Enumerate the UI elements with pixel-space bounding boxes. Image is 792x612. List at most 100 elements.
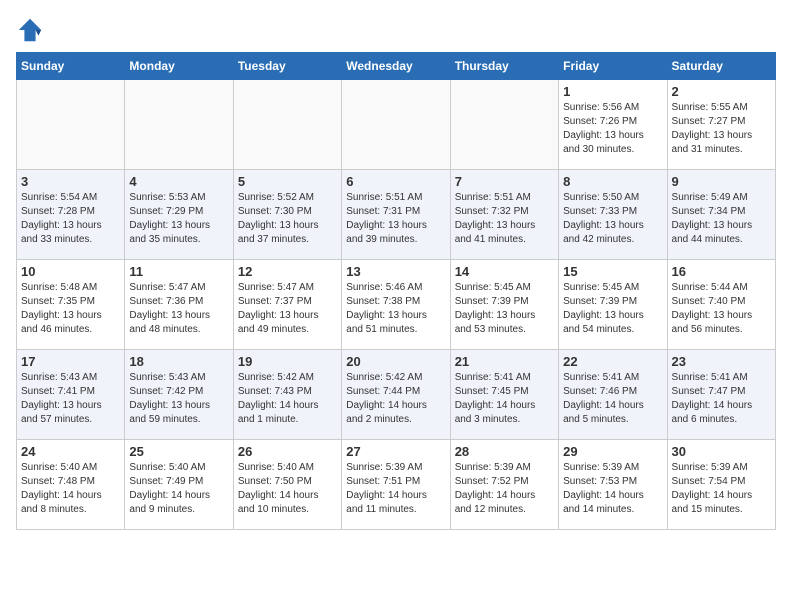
day-cell: 3 Sunrise: 5:54 AM Sunset: 7:28 PM Daylig… — [17, 170, 125, 260]
week-row-5: 24 Sunrise: 5:40 AM Sunset: 7:48 PM Dayli… — [17, 440, 776, 530]
day-cell: 7 Sunrise: 5:51 AM Sunset: 7:32 PM Daylig… — [450, 170, 558, 260]
day-number: 23 — [672, 354, 771, 369]
day-info: Sunrise: 5:41 AM Sunset: 7:46 PM Dayligh… — [563, 371, 662, 427]
day-number: 17 — [21, 354, 120, 369]
week-row-3: 10 Sunrise: 5:48 AM Sunset: 7:35 PM Dayli… — [17, 260, 776, 350]
logo — [16, 16, 48, 44]
header-saturday: Saturday — [667, 53, 775, 80]
header — [16, 16, 776, 44]
day-info: Sunrise: 5:39 AM Sunset: 7:51 PM Dayligh… — [346, 461, 445, 517]
day-info: Sunrise: 5:42 AM Sunset: 7:44 PM Dayligh… — [346, 371, 445, 427]
day-cell — [450, 80, 558, 170]
day-number: 15 — [563, 264, 662, 279]
day-number: 5 — [238, 174, 337, 189]
day-info: Sunrise: 5:53 AM Sunset: 7:29 PM Dayligh… — [129, 191, 228, 247]
day-info: Sunrise: 5:45 AM Sunset: 7:39 PM Dayligh… — [455, 281, 554, 337]
header-tuesday: Tuesday — [233, 53, 341, 80]
day-info: Sunrise: 5:49 AM Sunset: 7:34 PM Dayligh… — [672, 191, 771, 247]
day-number: 30 — [672, 444, 771, 459]
day-number: 24 — [21, 444, 120, 459]
day-cell: 4 Sunrise: 5:53 AM Sunset: 7:29 PM Daylig… — [125, 170, 233, 260]
day-number: 28 — [455, 444, 554, 459]
day-cell: 2 Sunrise: 5:55 AM Sunset: 7:27 PM Daylig… — [667, 80, 775, 170]
day-info: Sunrise: 5:51 AM Sunset: 7:32 PM Dayligh… — [455, 191, 554, 247]
day-number: 19 — [238, 354, 337, 369]
day-number: 3 — [21, 174, 120, 189]
day-cell: 25Sunrise: 5:40 AM Sunset: 7:49 PM Dayli… — [125, 440, 233, 530]
header-monday: Monday — [125, 53, 233, 80]
day-cell: 24 Sunrise: 5:40 AM Sunset: 7:48 PM Dayli… — [17, 440, 125, 530]
day-cell — [342, 80, 450, 170]
day-cell — [125, 80, 233, 170]
day-info: Sunrise: 5:55 AM Sunset: 7:27 PM Dayligh… — [672, 101, 771, 157]
day-info: Sunrise: 5:47 AM Sunset: 7:37 PM Dayligh… — [238, 281, 337, 337]
day-cell: 29 Sunrise: 5:39 AM Sunset: 7:53 PM Dayli… — [559, 440, 667, 530]
day-cell: 13 Sunrise: 5:46 AM Sunset: 7:38 PM Dayli… — [342, 260, 450, 350]
day-number: 13 — [346, 264, 445, 279]
day-number: 8 — [563, 174, 662, 189]
day-info: Sunrise: 5:41 AM Sunset: 7:45 PM Dayligh… — [455, 371, 554, 427]
day-info: Sunrise: 5:40 AM Sunset: 7:49 PM Dayligh… — [129, 461, 228, 517]
day-number: 7 — [455, 174, 554, 189]
day-number: 27 — [346, 444, 445, 459]
day-info: Sunrise: 5:44 AM Sunset: 7:40 PM Dayligh… — [672, 281, 771, 337]
day-cell: 16 Sunrise: 5:44 AM Sunset: 7:40 PM Dayli… — [667, 260, 775, 350]
day-cell: 28 Sunrise: 5:39 AM Sunset: 7:52 PM Dayli… — [450, 440, 558, 530]
day-info: Sunrise: 5:40 AM Sunset: 7:50 PM Dayligh… — [238, 461, 337, 517]
day-number: 21 — [455, 354, 554, 369]
day-cell: 20 Sunrise: 5:42 AM Sunset: 7:44 PM Dayli… — [342, 350, 450, 440]
calendar: SundayMondayTuesdayWednesdayThursdayFrid… — [16, 52, 776, 530]
header-wednesday: Wednesday — [342, 53, 450, 80]
day-cell — [17, 80, 125, 170]
header-friday: Friday — [559, 53, 667, 80]
day-info: Sunrise: 5:46 AM Sunset: 7:38 PM Dayligh… — [346, 281, 445, 337]
day-cell: 21 Sunrise: 5:41 AM Sunset: 7:45 PM Dayli… — [450, 350, 558, 440]
day-number: 9 — [672, 174, 771, 189]
day-info: Sunrise: 5:39 AM Sunset: 7:52 PM Dayligh… — [455, 461, 554, 517]
week-row-4: 17 Sunrise: 5:43 AM Sunset: 7:41 PM Dayli… — [17, 350, 776, 440]
day-number: 11 — [129, 264, 228, 279]
day-cell: 12 Sunrise: 5:47 AM Sunset: 7:37 PM Dayli… — [233, 260, 341, 350]
day-cell: 14 Sunrise: 5:45 AM Sunset: 7:39 PM Dayli… — [450, 260, 558, 350]
day-cell: 22 Sunrise: 5:41 AM Sunset: 7:46 PM Dayli… — [559, 350, 667, 440]
day-cell: 5Sunrise: 5:52 AM Sunset: 7:30 PM Daylig… — [233, 170, 341, 260]
day-info: Sunrise: 5:42 AM Sunset: 7:43 PM Dayligh… — [238, 371, 337, 427]
day-cell: 17 Sunrise: 5:43 AM Sunset: 7:41 PM Dayli… — [17, 350, 125, 440]
day-cell — [233, 80, 341, 170]
day-number: 20 — [346, 354, 445, 369]
day-number: 29 — [563, 444, 662, 459]
day-cell: 18 Sunrise: 5:43 AM Sunset: 7:42 PM Dayli… — [125, 350, 233, 440]
day-cell: 10 Sunrise: 5:48 AM Sunset: 7:35 PM Dayli… — [17, 260, 125, 350]
day-cell: 26Sunrise: 5:40 AM Sunset: 7:50 PM Dayli… — [233, 440, 341, 530]
day-info: Sunrise: 5:54 AM Sunset: 7:28 PM Dayligh… — [21, 191, 120, 247]
day-info: Sunrise: 5:50 AM Sunset: 7:33 PM Dayligh… — [563, 191, 662, 247]
day-info: Sunrise: 5:43 AM Sunset: 7:42 PM Dayligh… — [129, 371, 228, 427]
day-number: 1 — [563, 84, 662, 99]
day-cell: 23Sunrise: 5:41 AM Sunset: 7:47 PM Dayli… — [667, 350, 775, 440]
day-number: 16 — [672, 264, 771, 279]
day-info: Sunrise: 5:39 AM Sunset: 7:54 PM Dayligh… — [672, 461, 771, 517]
day-cell: 11Sunrise: 5:47 AM Sunset: 7:36 PM Dayli… — [125, 260, 233, 350]
day-info: Sunrise: 5:40 AM Sunset: 7:48 PM Dayligh… — [21, 461, 120, 517]
day-info: Sunrise: 5:43 AM Sunset: 7:41 PM Dayligh… — [21, 371, 120, 427]
day-cell: 15 Sunrise: 5:45 AM Sunset: 7:39 PM Dayli… — [559, 260, 667, 350]
day-cell: 30 Sunrise: 5:39 AM Sunset: 7:54 PM Dayli… — [667, 440, 775, 530]
day-number: 12 — [238, 264, 337, 279]
day-number: 6 — [346, 174, 445, 189]
day-number: 2 — [672, 84, 771, 99]
day-cell: 19 Sunrise: 5:42 AM Sunset: 7:43 PM Dayli… — [233, 350, 341, 440]
day-info: Sunrise: 5:48 AM Sunset: 7:35 PM Dayligh… — [21, 281, 120, 337]
day-info: Sunrise: 5:56 AM Sunset: 7:26 PM Dayligh… — [563, 101, 662, 157]
day-number: 10 — [21, 264, 120, 279]
day-info: Sunrise: 5:51 AM Sunset: 7:31 PM Dayligh… — [346, 191, 445, 247]
day-info: Sunrise: 5:45 AM Sunset: 7:39 PM Dayligh… — [563, 281, 662, 337]
week-row-1: 1 Sunrise: 5:56 AM Sunset: 7:26 PM Daylig… — [17, 80, 776, 170]
day-number: 4 — [129, 174, 228, 189]
day-cell: 1 Sunrise: 5:56 AM Sunset: 7:26 PM Daylig… — [559, 80, 667, 170]
day-cell: 6 Sunrise: 5:51 AM Sunset: 7:31 PM Daylig… — [342, 170, 450, 260]
header-sunday: Sunday — [17, 53, 125, 80]
day-number: 14 — [455, 264, 554, 279]
day-info: Sunrise: 5:39 AM Sunset: 7:53 PM Dayligh… — [563, 461, 662, 517]
day-number: 18 — [129, 354, 228, 369]
day-number: 22 — [563, 354, 662, 369]
